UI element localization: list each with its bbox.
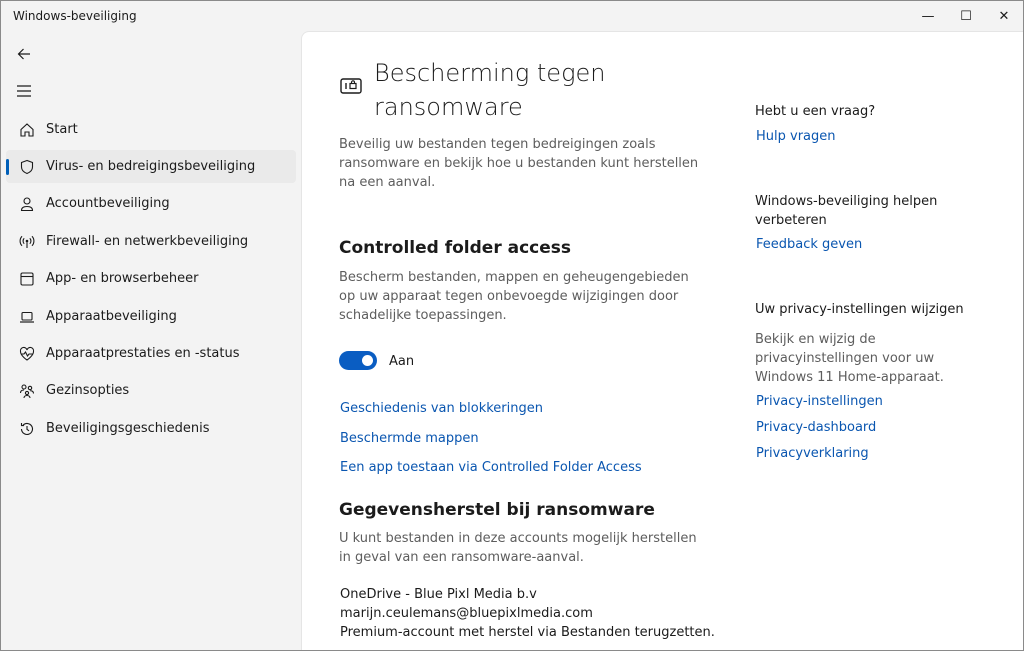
minimize-button[interactable]: — [909, 1, 947, 31]
ransomware-protection-icon [340, 78, 362, 98]
nav-item-firewall[interactable]: Firewall- en netwerkbeveiliging [6, 225, 296, 258]
nav-label: Virus- en bedreigingsbeveiliging [46, 159, 256, 174]
nav-label: Accountbeveiliging [46, 196, 170, 211]
toggle-knob [362, 355, 373, 366]
nav-item-account[interactable]: Accountbeveiliging [6, 187, 296, 220]
privacy-heading: Uw privacy-instellingen wijzigen [755, 302, 964, 317]
privacy-dashboard-link[interactable]: Privacy-dashboard [756, 420, 876, 435]
nav-label: Apparaatbeveiliging [46, 309, 177, 324]
nav-label: Beveiligingsgeschiedenis [46, 421, 210, 436]
account-type: Premium-account met herstel via Bestande… [340, 625, 715, 640]
home-icon [8, 122, 46, 138]
nav-item-history[interactable]: Beveiligingsgeschiedenis [6, 412, 296, 445]
help-link[interactable]: Hulp vragen [756, 129, 836, 144]
recovery-description: U kunt bestanden in deze accounts mogeli… [339, 531, 697, 565]
family-icon [8, 383, 46, 399]
nav-label: Gezinsopties [46, 383, 130, 398]
laptop-icon [8, 309, 46, 325]
block-history-link[interactable]: Geschiedenis van blokkeringen [340, 401, 543, 416]
hamburger-icon [17, 85, 31, 97]
nav-item-device-performance[interactable]: Apparaatprestaties en -status [6, 337, 296, 370]
cfa-toggle[interactable] [339, 351, 377, 370]
close-button[interactable]: ✕ [985, 1, 1023, 31]
back-arrow-icon [17, 48, 30, 60]
app-window: Windows-beveiliging — ☐ ✕ Start Virus- e… [0, 0, 1024, 651]
intro-text: Beveilig uw bestanden tegen bedreigingen… [339, 137, 699, 190]
account-name: OneDrive - Blue Pixl Media b.v [340, 587, 537, 602]
nav-label: Apparaatprestaties en -status [46, 346, 240, 361]
allow-app-link[interactable]: Een app toestaan via Controlled Folder A… [340, 460, 642, 475]
page-title: Bescherming tegen ransomware [374, 59, 606, 121]
antenna-icon [8, 234, 46, 250]
privacy-settings-link[interactable]: Privacy-instellingen [756, 394, 883, 409]
account-email: marijn.ceulemans@bluepixlmedia.com [340, 606, 593, 621]
cfa-description: Bescherm bestanden, mappen en geheugenge… [339, 270, 689, 323]
main-content: Bescherming tegen ransomware Beveilig uw… [301, 31, 1023, 650]
nav-item-app-browser[interactable]: App- en browserbeheer [6, 262, 296, 295]
nav-item-start[interactable]: Start [6, 113, 296, 146]
back-button[interactable] [9, 39, 39, 69]
cfa-toggle-state: Aan [389, 354, 415, 369]
protected-folders-link[interactable]: Beschermde mappen [340, 431, 479, 446]
recovery-heading: Gegevensherstel bij ransomware [339, 500, 655, 520]
question-heading: Hebt u een vraag? [755, 104, 876, 119]
maximize-button[interactable]: ☐ [947, 1, 985, 31]
nav-item-device-security[interactable]: Apparaatbeveiliging [6, 300, 296, 333]
sidebar: Start Virus- en bedreigingsbeveiliging A… [1, 31, 301, 650]
privacy-text: Bekijk en wijzig de privacyinstellingen … [755, 332, 944, 385]
nav-label: Firewall- en netwerkbeveiliging [46, 234, 249, 249]
person-icon [8, 196, 46, 212]
nav-label: Start [46, 122, 78, 137]
feedback-link[interactable]: Feedback geven [756, 237, 862, 252]
app-title: Windows-beveiliging [13, 9, 137, 23]
improve-heading: Windows-beveiliging helpen verbeteren [755, 194, 938, 228]
nav-label: App- en browserbeheer [46, 271, 199, 286]
title-bar: Windows-beveiliging — ☐ ✕ [1, 1, 1023, 31]
privacy-statement-link[interactable]: Privacyverklaring [756, 446, 869, 461]
nav-item-virus-protection[interactable]: Virus- en bedreigingsbeveiliging [6, 150, 296, 183]
menu-button[interactable] [9, 76, 39, 106]
heart-pulse-icon [8, 346, 46, 362]
history-icon [8, 421, 46, 437]
nav-item-family[interactable]: Gezinsopties [6, 374, 296, 407]
browser-window-icon [8, 271, 46, 287]
shield-icon [8, 159, 46, 175]
cfa-heading: Controlled folder access [339, 238, 572, 258]
